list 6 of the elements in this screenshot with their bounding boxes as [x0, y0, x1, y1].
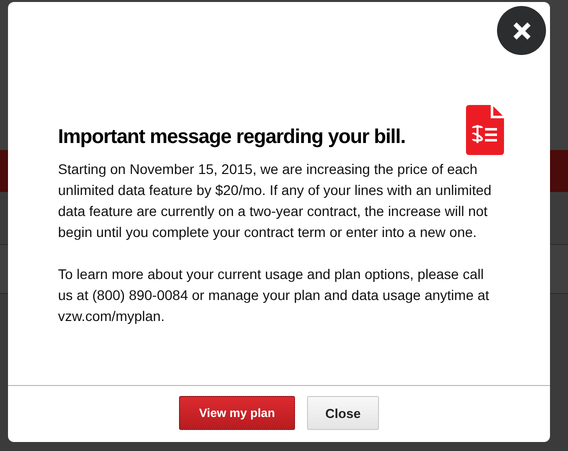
message-paragraph: Starting on November 15, 2015, we are increasing the price of each unlimited data feature by $20/mo. If any of your lines with an unlimited data feature are currently on a two-year contract, the increase will not begin until you complete your contract term or enter into a new one.	[58, 160, 492, 242]
message-paragraph: To learn more about your current usage and plan options, please call us at (800) 890-0084 or manage your plan and data usage anytime at vzw.com/myplan.	[58, 265, 490, 326]
dialog-title: Important message regarding your bill.	[58, 126, 406, 149]
close-button[interactable]: Close	[307, 396, 379, 430]
view-plan-button[interactable]: View my plan	[179, 396, 295, 430]
bill-icon	[466, 105, 504, 155]
